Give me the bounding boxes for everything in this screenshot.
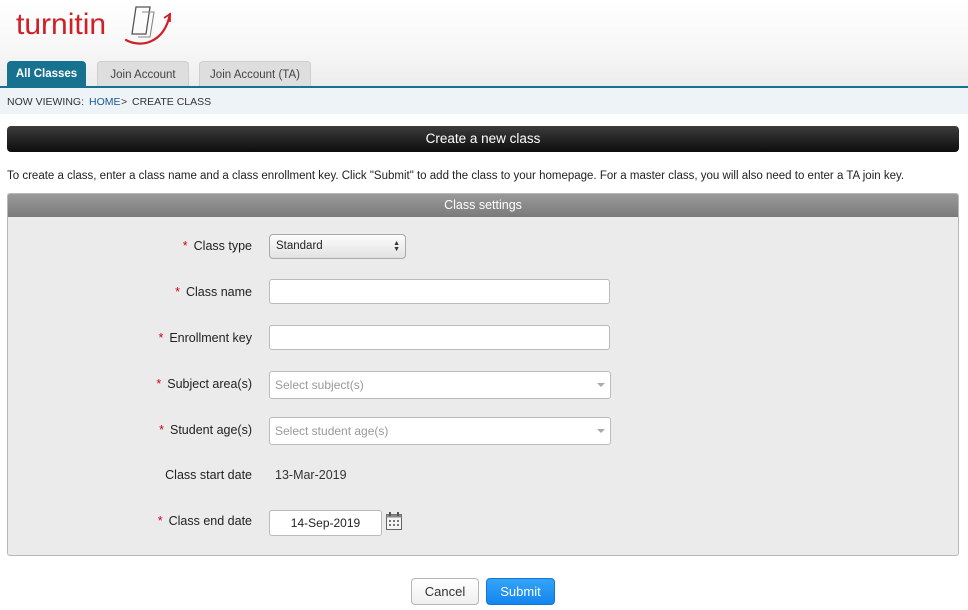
breadcrumb-separator: > [121, 96, 128, 108]
class-name-input[interactable] [269, 279, 610, 304]
required-marker: * [157, 514, 163, 528]
required-marker: * [182, 239, 188, 253]
class-name-label: * Class name [175, 285, 252, 299]
updown-arrows-icon: ▲ ▼ [393, 240, 400, 253]
logo-text: turnitin [16, 8, 107, 41]
breadcrumb-home-link[interactable]: HOME [89, 96, 121, 108]
class-settings-panel: Class settings * Class type Standard ▲ ▼ *… [7, 193, 959, 556]
required-marker: * [158, 331, 164, 345]
student-age-select[interactable]: Select student age(s) [269, 417, 611, 445]
class-type-select[interactable]: Standard ▲ ▼ [269, 234, 406, 259]
enrollment-key-label: * Enrollment key [158, 331, 252, 345]
submit-button[interactable]: Submit [486, 578, 555, 605]
logo-page-icon [124, 6, 172, 45]
intro-text: To create a class, enter a class name an… [7, 170, 905, 182]
cancel-button[interactable]: Cancel [411, 578, 479, 605]
student-age-label: * Student age(s) [159, 423, 252, 437]
subject-area-select[interactable]: Select subject(s) [269, 371, 611, 399]
chevron-down-icon [597, 429, 605, 433]
breadcrumb-current: CREATE CLASS [132, 96, 212, 108]
subject-area-placeholder: Select subject(s) [275, 378, 364, 392]
end-date-label: * Class end date [157, 514, 252, 528]
student-age-placeholder: Select student age(s) [275, 424, 389, 438]
calendar-icon[interactable] [386, 512, 402, 530]
required-marker: * [175, 285, 180, 299]
chevron-down-icon [597, 383, 605, 387]
page-title: Create a new class [7, 126, 959, 152]
end-date-input[interactable]: 14-Sep-2019 [269, 510, 382, 536]
required-marker: * [156, 377, 162, 391]
tab-join-account[interactable]: Join Account [97, 61, 189, 87]
start-date-value: 13-Mar-2019 [275, 468, 347, 482]
class-type-label: * Class type [182, 239, 252, 253]
class-type-value: Standard [276, 240, 323, 252]
header: turnitin All Classes Join Account Join A… [0, 0, 968, 88]
enrollment-key-input[interactable] [269, 325, 610, 350]
start-date-label: Class start date [165, 468, 252, 482]
required-marker: * [159, 423, 164, 437]
breadcrumb: NOW VIEWING: HOME > CREATE CLASS [0, 88, 968, 114]
breadcrumb-prefix: NOW VIEWING: [7, 96, 84, 108]
subject-area-label: * Subject area(s) [156, 377, 252, 391]
tab-all-classes[interactable]: All Classes [7, 61, 86, 87]
class-settings-header: Class settings [8, 194, 958, 217]
tab-join-account-ta[interactable]: Join Account (TA) [199, 61, 311, 87]
